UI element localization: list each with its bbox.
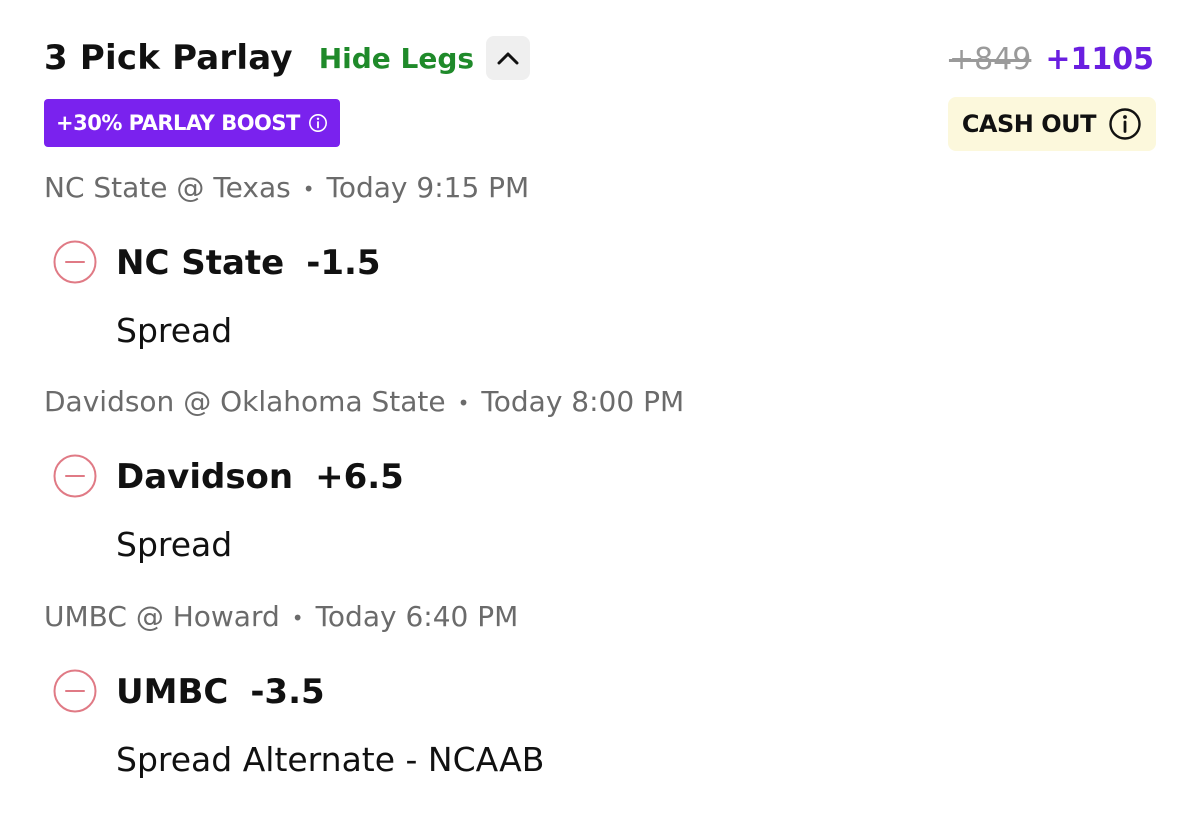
boosted-odds: +1105 bbox=[1045, 42, 1154, 77]
leg-market: Spread bbox=[116, 525, 233, 564]
parlay-boost-badge[interactable]: +30% PARLAY BOOST bbox=[44, 99, 340, 147]
leg-pick: Davidson +6.5 bbox=[116, 457, 404, 497]
remove-icon bbox=[53, 669, 97, 713]
parlay-card: 3 Pick Parlay Hide Legs +849 +1105 +30% … bbox=[0, 0, 1200, 834]
info-icon bbox=[1108, 107, 1142, 141]
leg-pick: UMBC -3.5 bbox=[116, 672, 325, 712]
chevron-up-icon bbox=[497, 52, 519, 65]
leg-pick: NC State -1.5 bbox=[116, 243, 381, 283]
leg-market: Spread Alternate - NCAAB bbox=[116, 740, 545, 779]
leg-matchup: Davidson @ Oklahoma State • Today 8:00 PM bbox=[44, 385, 685, 418]
cash-out-label: CASH OUT bbox=[961, 110, 1097, 138]
boost-label: +30% PARLAY BOOST bbox=[56, 111, 300, 135]
remove-leg-button[interactable] bbox=[52, 453, 98, 499]
remove-icon bbox=[53, 454, 97, 498]
parlay-title: 3 Pick Parlay bbox=[44, 38, 293, 78]
original-odds: +849 bbox=[948, 42, 1032, 77]
leg-matchup: NC State @ Texas • Today 9:15 PM bbox=[44, 171, 530, 204]
parlay-odds: +849 +1105 bbox=[949, 42, 1154, 77]
remove-leg-button[interactable] bbox=[52, 239, 98, 285]
cash-out-button[interactable]: CASH OUT bbox=[947, 97, 1156, 151]
leg-matchup: UMBC @ Howard • Today 6:40 PM bbox=[44, 600, 519, 633]
remove-icon bbox=[53, 240, 97, 284]
info-icon bbox=[308, 113, 328, 133]
parlay-header: 3 Pick Parlay Hide Legs bbox=[44, 36, 531, 80]
leg-market: Spread bbox=[116, 311, 233, 350]
hide-legs-button[interactable]: Hide Legs bbox=[319, 42, 474, 75]
remove-leg-button[interactable] bbox=[52, 668, 98, 714]
collapse-legs-button[interactable] bbox=[486, 36, 531, 80]
